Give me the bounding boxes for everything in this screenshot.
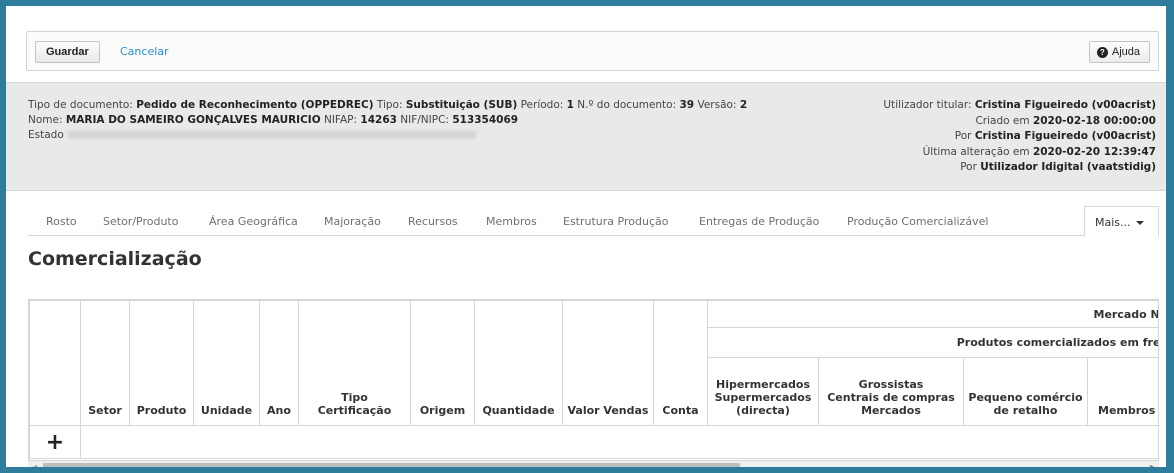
empty-row-cell (79, 425, 1158, 459)
created-value: 2020-02-18 00:00:00 (1032, 114, 1156, 127)
column-header-conta: Conta (653, 300, 708, 426)
owner-value: Cristina Figueiredo (v00acrist) (974, 99, 1156, 111)
document-info-left: Tipo de documento: Pedido de Reconhecime… (28, 98, 747, 143)
help-button[interactable]: ? Ajuda (1088, 41, 1150, 63)
subgroup-header-fresco: Produtos comercializados em fresco (706, 327, 1158, 358)
tab-entregas-producao[interactable]: Entregas de Produção (699, 215, 819, 228)
more-tabs-dropdown[interactable]: Mais... (1084, 206, 1159, 237)
question-circle-icon: ? (1096, 46, 1108, 58)
created-label: Criado em (975, 114, 1030, 127)
header-line: Supermercados (714, 391, 812, 404)
select-column-header (29, 300, 81, 426)
header-line: Membros (1098, 404, 1156, 417)
doc-number-value: 39 (679, 99, 695, 111)
scroll-right-arrow-icon[interactable]: ▶ (1150, 463, 1156, 467)
column-header-pequeno-comercio: Pequeno comércio de retalho (963, 357, 1088, 426)
commercialization-table-container: Setor Produto Unidade Ano Tipo Certifica… (28, 299, 1159, 461)
header-line: Centrais de compras (827, 391, 955, 404)
table-header-row-group: Setor Produto Unidade Ano Tipo Certifica… (29, 300, 1158, 426)
tab-bar: Rosto Setor/Produto Área Geográfica Majo… (28, 206, 1159, 237)
header-line: Grossistas (858, 378, 924, 391)
doc-type-value: Pedido de Reconhecimento (OPPEDREC) (136, 99, 374, 111)
tab-area-geografica[interactable]: Área Geográfica (209, 215, 298, 228)
scrollbar-thumb[interactable] (43, 463, 740, 467)
document-info-right: Utilizador titular: Cristina Figueiredo … (883, 98, 1156, 176)
toolbar: Guardar Cancelar ? Ajuda (26, 31, 1159, 71)
created-by-line: Por Cristina Figueiredo (v00acrist) (883, 129, 1156, 145)
header-line: (directa) (736, 404, 790, 417)
tab-recursos[interactable]: Recursos (408, 215, 458, 228)
created-by-label: Por (954, 130, 972, 142)
save-button[interactable]: Guardar (35, 41, 100, 63)
column-header-tipo-certificacao: Tipo Certificação (298, 300, 411, 426)
owner-label: Utilizador titular: (883, 99, 972, 111)
tab-estrutura-producao[interactable]: Estrutura Produção (563, 215, 668, 228)
column-header-produto: Produto (129, 300, 194, 426)
modified-line: Última alteração em 2020-02-20 12:39:47 (883, 145, 1156, 161)
type-label: Tipo: (376, 99, 403, 111)
column-header-ano: Ano (259, 300, 299, 426)
document-info-line-1: Tipo de documento: Pedido de Reconhecime… (28, 98, 747, 113)
name-label: Nome: (28, 114, 63, 126)
plus-icon: + (45, 429, 65, 455)
tab-producao-comercializavel[interactable]: Produção Comercializável (847, 215, 988, 228)
caret-down-icon (1135, 221, 1144, 225)
modified-by-label: Por (960, 161, 977, 173)
column-header-quantidade: Quantidade (474, 300, 563, 426)
tab-setor-produto[interactable]: Setor/Produto (103, 215, 178, 228)
header-line: Hipermercados (715, 378, 810, 391)
table-add-row: + (29, 425, 1158, 459)
header-line: Mercados (861, 404, 921, 417)
column-header-setor: Setor (80, 300, 130, 426)
created-line: Criado em 2020-02-18 00:00:00 (883, 114, 1156, 130)
header-line: Pequeno comércio (968, 391, 1083, 404)
doc-number-label: N.º do documento: (577, 99, 677, 111)
redacted-state-value (67, 131, 476, 139)
page-title: Comercialização (28, 248, 202, 270)
nifap-label: NIFAP: (323, 114, 358, 126)
state-label: Estado (28, 129, 64, 141)
document-info-panel: Tipo de documento: Pedido de Reconhecime… (6, 82, 1166, 191)
add-row-button[interactable]: + (29, 425, 81, 459)
app-frame: Guardar Cancelar ? Ajuda Tipo de documen… (6, 6, 1166, 467)
modified-by-line: Por Utilizador Idigital (vaatstidig) (883, 160, 1156, 176)
owner-line: Utilizador titular: Cristina Figueiredo … (883, 98, 1156, 114)
modified-by-value: Utilizador Idigital (vaatstidig) (980, 161, 1156, 173)
horizontal-scrollbar[interactable]: ◀ ▶ (28, 461, 1159, 467)
column-header-origem: Origem (410, 300, 475, 426)
header-line: de retalho (993, 404, 1058, 417)
commercialization-table: Setor Produto Unidade Ano Tipo Certifica… (29, 300, 1158, 459)
tab-membros[interactable]: Membros (486, 215, 537, 228)
scroll-left-arrow-icon[interactable]: ◀ (31, 463, 37, 467)
doc-type-label: Tipo de documento: (28, 99, 133, 111)
group-header-mercado-nacional: Mercado Nacional (706, 300, 1158, 328)
name-value: MARIA DO SAMEIRO GONÇALVES MAURICIO (65, 114, 321, 126)
nif-label: NIF/NIPC: (400, 114, 449, 126)
version-label: Versão: (697, 99, 737, 111)
version-value: 2 (739, 99, 748, 111)
document-info-line-3: Estado (28, 128, 747, 143)
column-header-unidade: Unidade (193, 300, 260, 426)
period-label: Período: (520, 99, 564, 111)
more-tabs-label: Mais... (1095, 216, 1131, 229)
modified-label: Última alteração em (922, 145, 1030, 158)
nif-value: 513354069 (452, 114, 519, 126)
document-info-line-2: Nome: MARIA DO SAMEIRO GONÇALVES MAURICI… (28, 113, 747, 128)
created-by-value: Cristina Figueiredo (v00acrist) (974, 130, 1156, 142)
column-header-valor-vendas: Valor Vendas (562, 300, 654, 426)
tab-majoracao[interactable]: Majoração (324, 215, 381, 228)
modified-value: 2020-02-20 12:39:47 (1032, 145, 1156, 158)
column-header-hipermercados: Hipermercados Supermercados (directa) (707, 357, 819, 426)
type-value: Substituição (SUB) (405, 99, 518, 111)
nifap-value: 14263 (360, 114, 397, 126)
period-value: 1 (566, 99, 574, 111)
help-button-label: Ajuda (1111, 46, 1140, 58)
column-header-grossistas: Grossistas Centrais de compras Mercados (818, 357, 964, 426)
column-header-membros: Membros (1086, 357, 1158, 426)
cancel-link[interactable]: Cancelar (120, 45, 169, 58)
tab-rosto[interactable]: Rosto (46, 215, 77, 228)
